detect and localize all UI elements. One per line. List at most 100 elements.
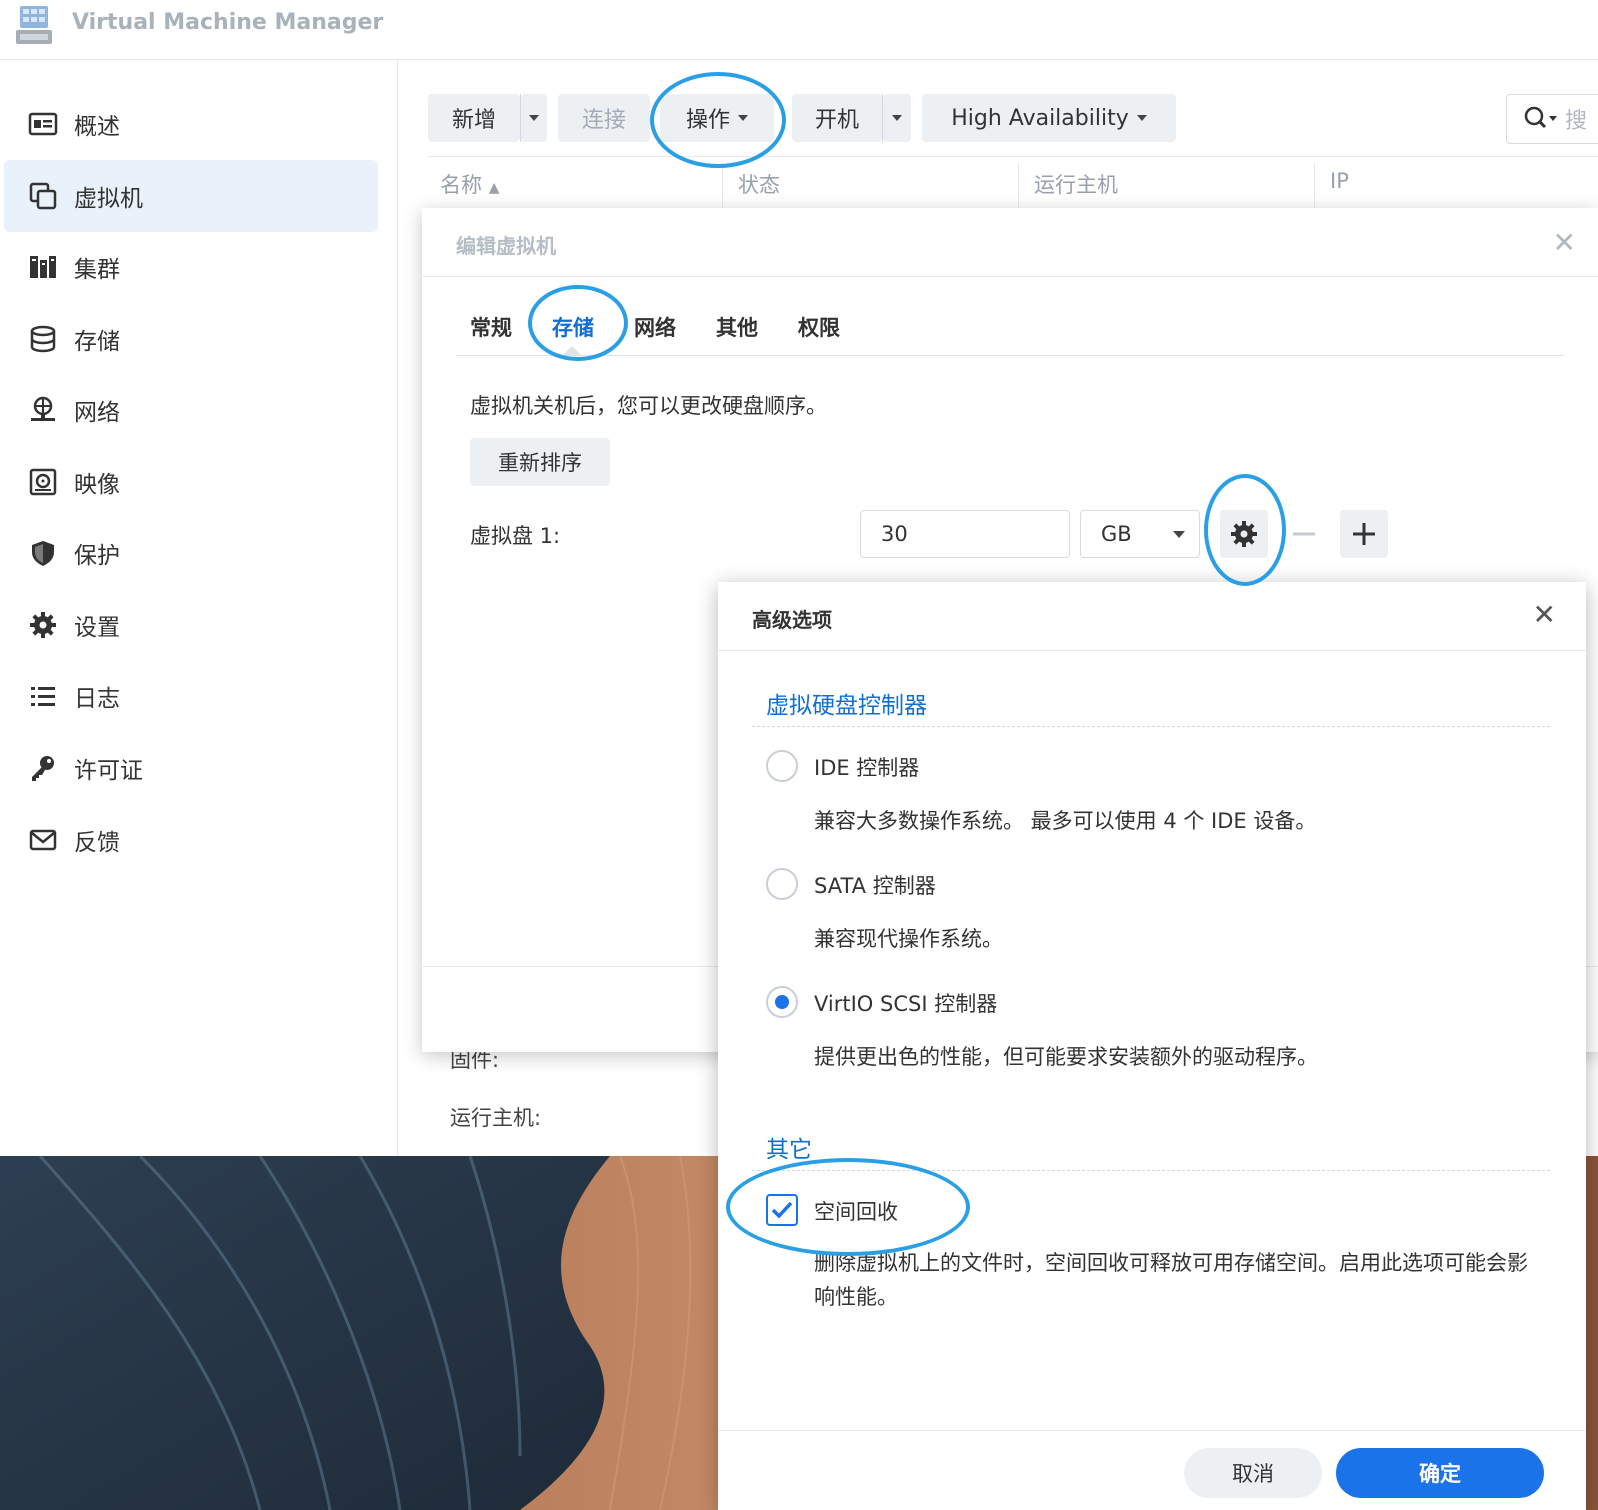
- column-divider: [1018, 163, 1019, 209]
- high-availability-button[interactable]: High Availability: [922, 94, 1176, 142]
- section-divider: [752, 1170, 1550, 1171]
- disk-settings-button[interactable]: [1220, 510, 1268, 558]
- sidebar-item-feedback[interactable]: 反馈: [4, 804, 378, 876]
- plus-icon: [1353, 523, 1375, 545]
- sidebar-item-license[interactable]: 许可证: [4, 732, 378, 804]
- sidebar-item-image[interactable]: 映像: [4, 446, 378, 518]
- search-placeholder: 搜: [1565, 109, 1588, 134]
- power-on-dropdown-button[interactable]: [883, 94, 911, 142]
- storage-icon: [26, 322, 60, 356]
- column-name[interactable]: 名称 ▲: [440, 169, 499, 199]
- search-box[interactable]: 搜: [1506, 94, 1598, 144]
- space-reclaim-checkbox[interactable]: [766, 1194, 798, 1226]
- sidebar: 概述 虚拟机 集群 存储 网络 映像 保护 设置 日志 许可证 反馈: [0, 60, 398, 1156]
- tab-general[interactable]: 常规: [470, 312, 512, 342]
- cluster-icon: [26, 250, 60, 284]
- log-icon: [26, 679, 60, 713]
- sidebar-item-overview[interactable]: 概述: [4, 88, 378, 160]
- sidebar-item-settings[interactable]: 设置: [4, 589, 378, 661]
- vm-grid-header: 名称 ▲ 状态 运行主机 IP: [428, 156, 1598, 210]
- section-other-title: 其它: [766, 1137, 812, 1163]
- ha-label: High Availability: [951, 105, 1129, 131]
- gear-icon: [26, 608, 60, 642]
- cancel-button[interactable]: 取消: [1184, 1448, 1322, 1498]
- reorder-button[interactable]: 重新排序: [470, 438, 610, 486]
- radio-virtio-scsi[interactable]: [766, 986, 798, 1018]
- tab-underline: [456, 355, 1564, 356]
- sort-asc-icon: ▲: [488, 180, 500, 196]
- mail-icon: [26, 823, 60, 857]
- divider: [422, 276, 1598, 277]
- chevron-down-icon: [529, 115, 539, 121]
- sidebar-item-label: 虚拟机: [74, 186, 143, 212]
- sidebar-item-label: 设置: [74, 615, 120, 641]
- sidebar-item-label: 日志: [74, 686, 120, 712]
- column-divider: [722, 163, 723, 209]
- vmm-app-icon: [16, 6, 52, 44]
- tab-other[interactable]: 其他: [716, 312, 758, 342]
- sidebar-item-storage[interactable]: 存储: [4, 303, 378, 375]
- ok-button[interactable]: 确定: [1336, 1448, 1544, 1498]
- close-icon[interactable]: ✕: [1553, 226, 1576, 259]
- storage-description: 虚拟机关机后，您可以更改硬盘顺序。: [470, 394, 827, 418]
- tab-network[interactable]: 网络: [634, 312, 676, 342]
- disk-unit-select[interactable]: GB: [1080, 510, 1200, 558]
- sidebar-item-label: 许可证: [74, 758, 143, 784]
- host-label: 运行主机:: [450, 1106, 542, 1130]
- sidebar-item-vm[interactable]: 虚拟机: [4, 160, 378, 232]
- gear-icon: [1231, 521, 1257, 547]
- sidebar-item-label: 保护: [74, 543, 120, 569]
- option-virtio-desc: 提供更出色的性能，但可能要求安装额外的驱动程序。: [814, 1045, 1318, 1069]
- app-titlebar: Virtual Machine Manager: [0, 0, 1598, 60]
- overview-icon: [26, 107, 60, 141]
- radio-ide[interactable]: [766, 750, 798, 782]
- disk-size-input[interactable]: 30: [860, 510, 1070, 558]
- close-icon[interactable]: ✕: [1533, 598, 1556, 631]
- chevron-down-icon: [1136, 115, 1147, 121]
- connect-button[interactable]: 连接: [558, 94, 650, 142]
- advanced-options-dialog: 高级选项 ✕ 虚拟硬盘控制器 IDE 控制器 兼容大多数操作系统。 最多可以使用…: [718, 582, 1586, 1510]
- sidebar-item-cluster[interactable]: 集群: [4, 231, 378, 303]
- network-icon: [26, 393, 60, 427]
- option-virtio-label: VirtIO SCSI 控制器: [814, 992, 998, 1016]
- key-icon: [26, 751, 60, 785]
- sidebar-item-log[interactable]: 日志: [4, 660, 378, 732]
- power-on-button[interactable]: 开机: [792, 94, 882, 142]
- vm-icon: [26, 179, 60, 213]
- sidebar-item-network[interactable]: 网络: [4, 374, 378, 446]
- create-dropdown-button[interactable]: [521, 94, 547, 142]
- column-status[interactable]: 状态: [738, 169, 780, 199]
- sidebar-item-label: 网络: [74, 400, 120, 426]
- sidebar-item-protection[interactable]: 保护: [4, 517, 378, 589]
- create-button[interactable]: 新增: [428, 94, 520, 142]
- remove-disk-button[interactable]: [1280, 510, 1328, 558]
- dialog-title: 高级选项: [752, 608, 832, 632]
- minus-icon: [1293, 532, 1315, 536]
- sidebar-item-label: 存储: [74, 329, 120, 355]
- chevron-down-icon: [892, 115, 902, 121]
- column-ip[interactable]: IP: [1330, 169, 1349, 199]
- sidebar-item-label: 映像: [74, 472, 120, 498]
- chevron-down-icon: [1173, 531, 1185, 538]
- sidebar-item-label: 集群: [74, 257, 120, 283]
- divider: [718, 650, 1586, 651]
- add-disk-button[interactable]: [1340, 510, 1388, 558]
- space-reclaim-label: 空间回收: [814, 1200, 898, 1224]
- disk-unit-value: GB: [1101, 522, 1132, 546]
- section-divider: [752, 726, 1550, 727]
- section-controller-title: 虚拟硬盘控制器: [766, 693, 927, 719]
- radio-sata[interactable]: [766, 868, 798, 900]
- option-sata-desc: 兼容现代操作系统。: [814, 927, 1003, 951]
- action-label: 操作: [685, 108, 730, 133]
- action-button[interactable]: 操作: [660, 94, 774, 142]
- tab-storage[interactable]: 存储: [552, 312, 594, 342]
- tab-pointer: [562, 346, 582, 356]
- shield-icon: [26, 536, 60, 570]
- tab-permissions[interactable]: 权限: [798, 312, 840, 342]
- search-icon: [1524, 106, 1557, 129]
- column-host[interactable]: 运行主机: [1034, 169, 1118, 199]
- column-label: 名称: [440, 173, 482, 197]
- sidebar-item-label: 反馈: [74, 830, 120, 856]
- image-icon: [26, 465, 60, 499]
- column-divider: [1314, 163, 1315, 209]
